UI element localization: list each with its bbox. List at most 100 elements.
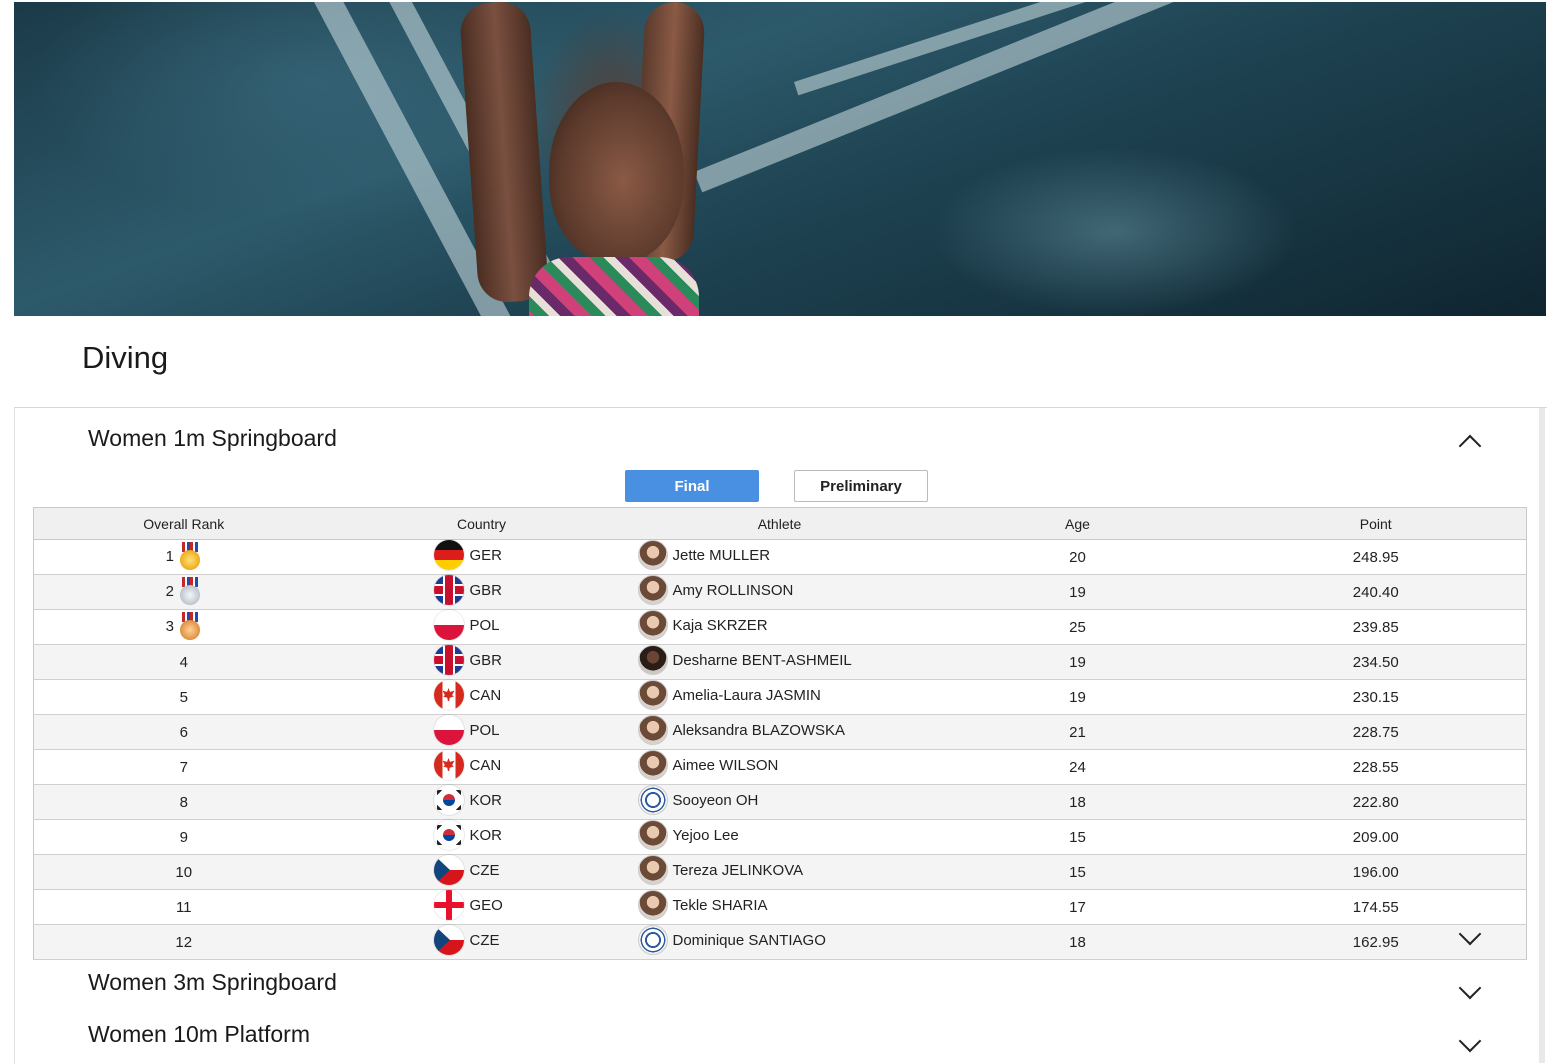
age-value: 25	[929, 609, 1226, 645]
rank-cell: 1	[33, 539, 334, 575]
flag-icon	[433, 645, 464, 675]
athlete-cell[interactable]: Aleksandra BLAZOWSKA	[629, 714, 930, 750]
rank-cell: 5	[33, 679, 334, 715]
athlete-name[interactable]: Amelia-Laura JASMIN	[673, 687, 821, 704]
header-overall-rank: Overall Rank	[33, 507, 334, 540]
table-row[interactable]: 9 KOR Yejoo Lee 15 209.00	[33, 819, 1527, 855]
results-table: Overall Rank Country Athlete Age Point 1…	[33, 507, 1527, 960]
table-row[interactable]: 2 GBR Amy ROLLINSON 19 240.40	[33, 574, 1527, 610]
athlete-cell[interactable]: Dominique SANTIAGO	[629, 924, 930, 960]
rank-cell: 10	[33, 854, 334, 890]
athlete-cell[interactable]: Desharne BENT-ASHMEIL	[629, 644, 930, 680]
rank-value: 1	[165, 547, 174, 565]
avatar	[637, 715, 668, 745]
gold-medal-icon	[178, 542, 202, 572]
point-value: 222.80	[1225, 784, 1527, 820]
section-title-women-1m-springboard[interactable]: Women 1m Springboard	[88, 425, 337, 452]
table-row[interactable]: 7 CAN Aimee WILSON 24 228.55	[33, 749, 1527, 785]
athlete-name[interactable]: Tekle SHARIA	[673, 897, 768, 914]
athlete-name[interactable]: Aimee WILSON	[673, 757, 779, 774]
country-cell: KOR	[333, 819, 630, 855]
flag-icon	[433, 820, 464, 850]
rank-cell: 8	[33, 784, 334, 820]
header-athlete: Athlete	[629, 507, 930, 540]
athlete-cell[interactable]: Tereza JELINKOVA	[629, 854, 930, 890]
scrollbar[interactable]	[1539, 408, 1545, 1063]
rank-cell: 7	[33, 749, 334, 785]
age-value: 19	[929, 644, 1226, 680]
country-cell: CAN	[333, 679, 630, 715]
country-code: CZE	[469, 931, 500, 949]
rank-value: 10	[175, 863, 193, 881]
athlete-cell[interactable]: Amy ROLLINSON	[629, 574, 930, 610]
point-value: 228.75	[1225, 714, 1527, 750]
avatar	[637, 855, 668, 885]
table-row[interactable]: 8 KOR Sooyeon OH 18 222.80	[33, 784, 1527, 820]
country-cell: GBR	[333, 644, 630, 680]
athlete-name[interactable]: Tereza JELINKOVA	[673, 862, 804, 879]
athlete-cell[interactable]: Kaja SKRZER	[629, 609, 930, 645]
point-value: 209.00	[1225, 819, 1527, 855]
age-value: 17	[929, 889, 1226, 925]
rank-cell: 12	[33, 924, 334, 960]
country-code: GBR	[469, 581, 503, 599]
flag-icon	[433, 715, 464, 745]
country-cell: KOR	[333, 784, 630, 820]
rank-value: 6	[179, 723, 188, 741]
athlete-cell[interactable]: Jette MULLER	[629, 539, 930, 575]
age-value: 20	[929, 539, 1226, 575]
table-row[interactable]: 6 POL Aleksandra BLAZOWSKA 21 228.75	[33, 714, 1527, 750]
country-code: KOR	[469, 791, 503, 809]
athlete-name[interactable]: Desharne BENT-ASHMEIL	[673, 652, 852, 669]
athlete-name[interactable]: Jette MULLER	[673, 547, 771, 564]
table-row[interactable]: 1 GER Jette MULLER 20 248.95	[33, 539, 1527, 575]
athlete-name[interactable]: Kaja SKRZER	[673, 617, 768, 634]
athlete-name[interactable]: Yejoo Lee	[673, 827, 739, 844]
country-code: KOR	[469, 826, 503, 844]
athlete-cell[interactable]: Amelia-Laura JASMIN	[629, 679, 930, 715]
athlete-name[interactable]: Sooyeon OH	[673, 792, 759, 809]
country-cell: CZE	[333, 924, 630, 960]
rank-value: 12	[175, 933, 193, 951]
athlete-name[interactable]: Aleksandra BLAZOWSKA	[673, 722, 846, 739]
section-title-women-3m-springboard[interactable]: Women 3m Springboard	[88, 969, 337, 996]
avatar	[637, 820, 668, 850]
athlete-name[interactable]: Dominique SANTIAGO	[673, 932, 826, 949]
table-row[interactable]: 4 GBR Desharne BENT-ASHMEIL 19 234.50	[33, 644, 1527, 680]
athlete-cell[interactable]: Yejoo Lee	[629, 819, 930, 855]
flag-icon	[433, 855, 464, 885]
table-row[interactable]: 3 POL Kaja SKRZER 25 239.85	[33, 609, 1527, 645]
header-point: Point	[1225, 507, 1527, 540]
table-row[interactable]: 12 CZE Dominique SANTIAGO 18 162.95	[33, 924, 1527, 960]
bronze-medal-icon	[178, 612, 202, 642]
section-title-women-10m-platform[interactable]: Women 10m Platform	[88, 1021, 310, 1048]
country-cell: POL	[333, 714, 630, 750]
flag-icon	[433, 750, 464, 780]
athlete-name[interactable]: Amy ROLLINSON	[673, 582, 794, 599]
tab-final[interactable]: Final	[625, 470, 759, 502]
athlete-cell[interactable]: Tekle SHARIA	[629, 889, 930, 925]
silver-medal-icon	[178, 577, 202, 607]
age-value: 15	[929, 819, 1226, 855]
avatar	[637, 575, 668, 605]
table-row[interactable]: 5 CAN Amelia-Laura JASMIN 19 230.15	[33, 679, 1527, 715]
point-value: 174.55	[1225, 889, 1527, 925]
table-row[interactable]: 10 CZE Tereza JELINKOVA 15 196.00	[33, 854, 1527, 890]
point-value: 230.15	[1225, 679, 1527, 715]
athlete-cell[interactable]: Sooyeon OH	[629, 784, 930, 820]
rank-value: 9	[179, 828, 188, 846]
age-value: 18	[929, 924, 1226, 960]
rank-value: 11	[175, 898, 192, 916]
rank-cell: 9	[33, 819, 334, 855]
rank-cell: 6	[33, 714, 334, 750]
point-value: 228.55	[1225, 749, 1527, 785]
rank-cell: 2	[33, 574, 334, 610]
country-cell: GER	[333, 539, 630, 575]
rank-cell: 3	[33, 609, 334, 645]
header-country: Country	[333, 507, 630, 540]
point-value: 234.50	[1225, 644, 1527, 680]
table-row[interactable]: 11 GEO Tekle SHARIA 17 174.55	[33, 889, 1527, 925]
tab-preliminary[interactable]: Preliminary	[794, 470, 928, 502]
country-code: POL	[469, 721, 500, 739]
athlete-cell[interactable]: Aimee WILSON	[629, 749, 930, 785]
